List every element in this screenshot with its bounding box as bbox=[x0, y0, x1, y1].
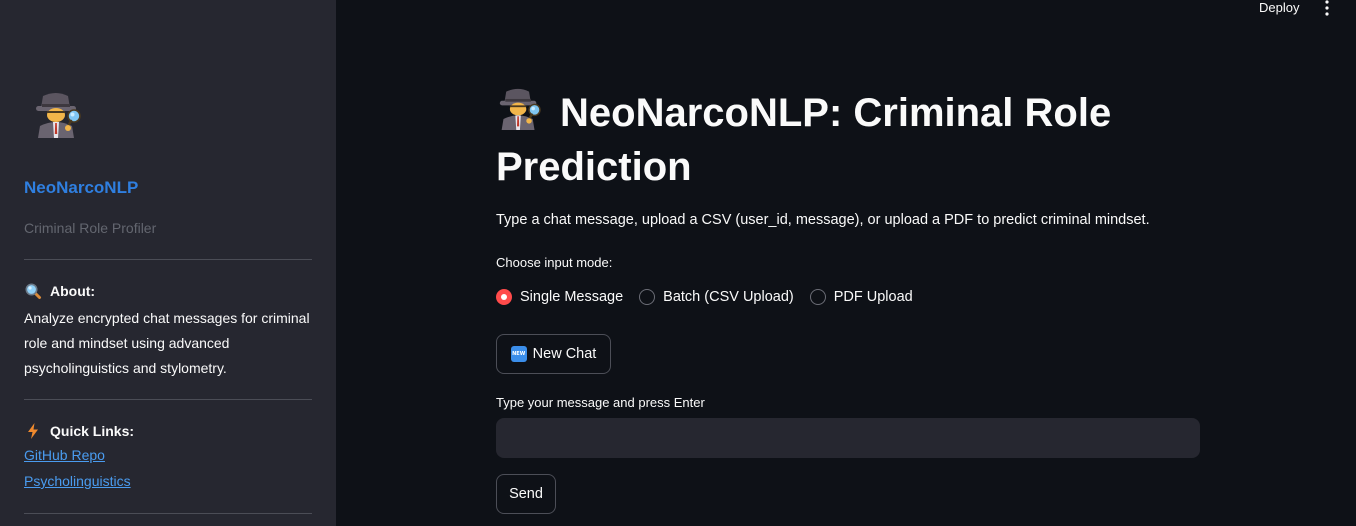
quick-links-title: Quick Links: bbox=[50, 423, 135, 439]
sidebar-brand: NeoNarcoNLP bbox=[24, 178, 139, 197]
lightning-icon bbox=[28, 423, 38, 439]
sidebar-divider bbox=[24, 399, 312, 400]
page-title: NeoNarcoNLP: Criminal Role Prediction bbox=[496, 86, 1196, 194]
radio-pdf-upload[interactable]: PDF Upload bbox=[809, 289, 913, 305]
kebab-menu-icon[interactable] bbox=[1320, 0, 1334, 16]
radio-unselected-icon[interactable] bbox=[639, 289, 656, 305]
sidebar: NeoNarcoNLP Criminal Role Profiler About… bbox=[0, 0, 336, 526]
quick-links-heading: Quick Links: bbox=[24, 422, 134, 440]
about-heading: About: bbox=[24, 282, 95, 300]
magnifying-glass-icon bbox=[25, 283, 41, 299]
about-text: Analyze encrypted chat messages for crim… bbox=[24, 310, 310, 376]
input-mode-radio-group: Single Message Batch (CSV Upload) PDF Up… bbox=[496, 289, 913, 305]
message-input[interactable] bbox=[496, 418, 1200, 458]
detective-icon bbox=[32, 92, 82, 138]
send-button[interactable]: Send bbox=[496, 474, 556, 514]
app-root: NeoNarcoNLP Criminal Role Profiler About… bbox=[0, 0, 1356, 526]
detective-icon bbox=[496, 88, 542, 130]
page-title-text: NeoNarcoNLP: Criminal Role Prediction bbox=[496, 91, 1112, 189]
new-chat-label: New Chat bbox=[532, 346, 597, 362]
new-badge-icon: NEW bbox=[510, 346, 527, 362]
sidebar-subtitle: Criminal Role Profiler bbox=[24, 220, 157, 236]
radio-label: Single Message bbox=[520, 289, 624, 305]
radio-label: Batch (CSV Upload) bbox=[663, 289, 794, 305]
radio-batch-csv[interactable]: Batch (CSV Upload) bbox=[639, 289, 794, 305]
intro-text: Type a chat message, upload a CSV (user_… bbox=[496, 212, 1150, 228]
about-title: About: bbox=[50, 283, 96, 299]
psycholinguistics-link[interactable]: Psycholinguistics bbox=[24, 473, 131, 489]
message-input-label: Type your message and press Enter bbox=[496, 395, 705, 410]
sidebar-divider bbox=[24, 259, 312, 260]
radio-label: PDF Upload bbox=[833, 289, 913, 305]
deploy-button[interactable]: Deploy bbox=[1259, 0, 1299, 15]
input-mode-label: Choose input mode: bbox=[496, 255, 613, 270]
github-repo-link[interactable]: GitHub Repo bbox=[24, 447, 105, 463]
new-chat-button[interactable]: NEW New Chat bbox=[496, 334, 611, 374]
sidebar-divider bbox=[24, 513, 312, 514]
radio-selected-icon[interactable] bbox=[496, 289, 512, 305]
radio-unselected-icon[interactable] bbox=[809, 289, 826, 305]
radio-single-message[interactable]: Single Message bbox=[496, 289, 623, 305]
